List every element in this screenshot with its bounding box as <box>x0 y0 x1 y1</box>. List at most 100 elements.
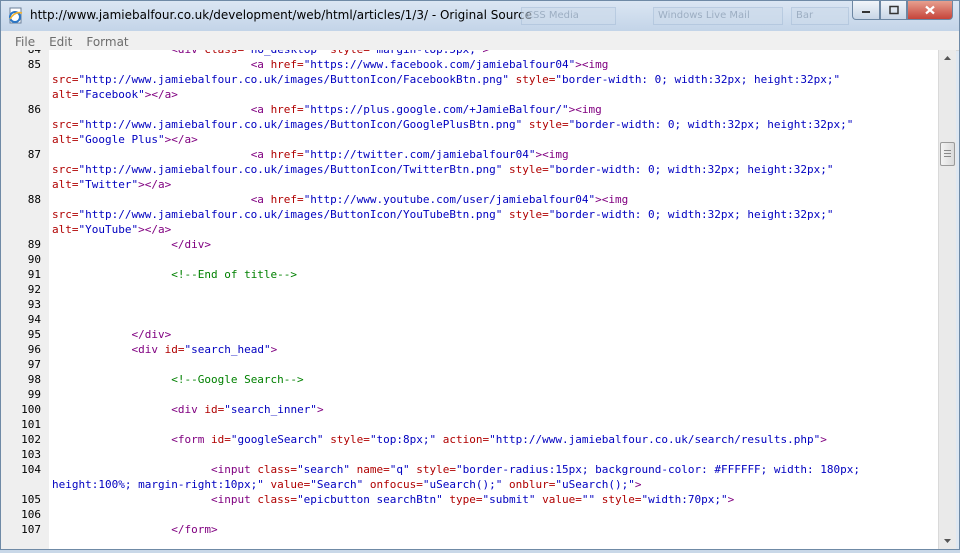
source-code-editor[interactable]: 84 <div class="no_desktop" style="margin… <box>1 50 938 549</box>
code-token: onfocus= <box>369 478 423 491</box>
code-line: alt="Twitter"></a> <box>1 177 938 192</box>
code-token: ><img <box>595 193 629 206</box>
code-token: "uSearch();" <box>555 478 635 491</box>
code-token: src= <box>52 163 79 176</box>
code-text: <!--End of title--> <box>52 267 297 282</box>
background-window-tab: Bar <box>791 7 849 25</box>
code-token: style= <box>330 433 370 446</box>
code-text: <a href="https://plus.google.com/+JamieB… <box>52 102 602 117</box>
code-token: alt= <box>52 133 79 146</box>
code-token: style= <box>508 208 549 221</box>
code-token: <a <box>250 193 271 206</box>
maximize-button[interactable] <box>880 1 907 20</box>
code-token: style= <box>515 73 556 86</box>
arrow-up-icon <box>944 56 951 60</box>
code-line: src="http://www.jamiebalfour.co.uk/image… <box>1 162 938 177</box>
background-window-tab: CSS Media <box>521 7 616 25</box>
code-text: <div id="search_head"> <box>52 342 277 357</box>
code-token: > <box>270 343 278 356</box>
code-line: 92 <box>1 282 938 297</box>
code-token: "q" <box>389 463 417 476</box>
code-token: "http://www.jamiebalfour.co.uk/images/Bu… <box>78 73 516 86</box>
line-number: 99 <box>27 388 41 401</box>
line-number: 89 <box>27 238 41 251</box>
code-token: "top:8px;" <box>369 433 443 446</box>
code-token: </div> <box>131 328 172 341</box>
menu-format[interactable]: Format <box>79 33 135 49</box>
code-line: 95 </div> <box>1 327 938 342</box>
code-line: 97 <box>1 357 938 372</box>
scroll-down-button[interactable] <box>939 532 956 549</box>
menu-bar: File Edit Format <box>1 31 959 51</box>
menu-edit[interactable]: Edit <box>42 33 79 49</box>
title-bar[interactable]: http://www.jamiebalfour.co.uk/developmen… <box>1 1 959 31</box>
code-token: alt= <box>52 223 79 236</box>
code-token: <a <box>250 58 271 71</box>
code-text: <a href="http://www.youtube.com/user/jam… <box>52 192 629 207</box>
line-number: 92 <box>27 283 41 296</box>
code-token: style= <box>330 50 370 56</box>
line-number: 90 <box>27 253 41 266</box>
code-token: id= <box>210 433 231 446</box>
code-token: "border-width: 0; width:32px; height:32p… <box>548 163 834 176</box>
code-token: "search" <box>297 463 357 476</box>
close-button[interactable] <box>907 1 953 20</box>
scroll-up-button[interactable] <box>939 50 956 67</box>
code-token: <div <box>171 403 205 416</box>
code-line: alt="Google Plus"></a> <box>1 132 938 147</box>
code-token: value= <box>270 478 311 491</box>
code-token: "epicbutton searchBtn" <box>297 493 450 506</box>
code-line: 96 <div id="search_head"> <box>1 342 938 357</box>
vertical-scrollbar[interactable] <box>938 50 956 549</box>
code-token: class= <box>257 493 298 506</box>
code-line: 103 <box>1 447 938 462</box>
code-line: 98 <!--Google Search--> <box>1 372 938 387</box>
code-token: "Twitter" <box>78 178 139 191</box>
code-token: "" <box>581 493 602 506</box>
code-text: </form> <box>52 522 217 537</box>
menu-file[interactable]: File <box>1 33 42 49</box>
code-token: class= <box>257 463 298 476</box>
code-token: href= <box>270 58 304 71</box>
code-token: "submit" <box>482 493 543 506</box>
minimize-button[interactable] <box>852 1 880 20</box>
code-line: 90 <box>1 252 938 267</box>
code-text: alt="Google Plus"></a> <box>52 132 198 147</box>
code-token: "Facebook" <box>78 88 145 101</box>
code-line: 85 <a href="https://www.facebook.com/jam… <box>1 57 938 72</box>
line-number: 100 <box>21 403 41 416</box>
line-number: 101 <box>21 418 41 431</box>
code-line: 86 <a href="https://plus.google.com/+Jam… <box>1 102 938 117</box>
code-token: style= <box>528 118 569 131</box>
code-token: src= <box>52 73 79 86</box>
code-line: height:100%; margin-right:10px;" value="… <box>1 477 938 492</box>
code-token: name= <box>356 463 390 476</box>
code-line: src="http://www.jamiebalfour.co.uk/image… <box>1 207 938 222</box>
code-text: <div id="search_inner"> <box>52 402 323 417</box>
code-token: alt= <box>52 178 79 191</box>
code-line: 94 <box>1 312 938 327</box>
code-line: 107 </form> <box>1 522 938 537</box>
code-token: ><img <box>575 58 609 71</box>
code-token: <!--Google Search--> <box>171 373 304 386</box>
code-token: > <box>634 478 642 491</box>
line-number: 103 <box>21 448 41 461</box>
code-token: </div> <box>171 238 211 251</box>
code-token: <div <box>171 50 204 56</box>
code-text: src="http://www.jamiebalfour.co.uk/image… <box>52 162 834 177</box>
background-window-tab: Windows Live Mail <box>653 7 783 25</box>
code-token: ></a> <box>138 178 172 191</box>
code-line: 106 <box>1 507 938 522</box>
source-window: http://www.jamiebalfour.co.uk/developmen… <box>0 0 960 550</box>
code-token: "border-width: 0; width:32px; height:32p… <box>555 73 841 86</box>
code-token: src= <box>52 118 79 131</box>
code-token: "uSearch();" <box>422 478 509 491</box>
scroll-thumb[interactable] <box>940 142 955 166</box>
